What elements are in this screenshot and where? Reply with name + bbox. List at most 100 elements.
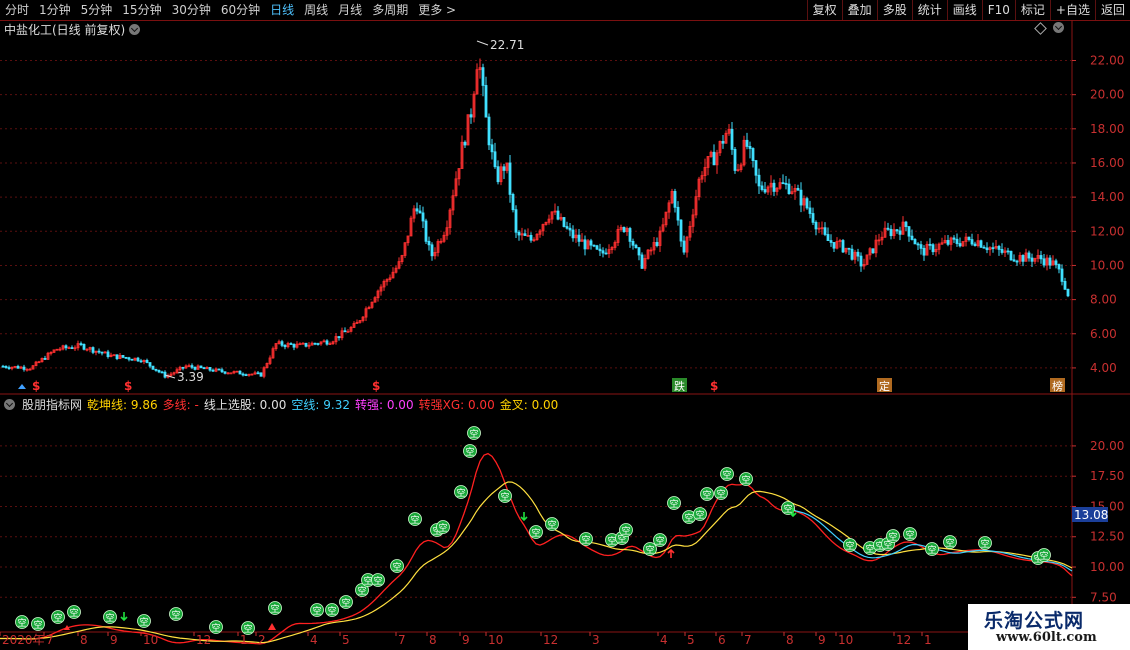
- x-tick-label: 12: [896, 633, 911, 647]
- kong-signal-glyph: 空: [393, 561, 402, 573]
- x-tick-label: 7: [398, 633, 406, 647]
- kong-signal-glyph: 空: [656, 535, 665, 547]
- kline-candle: [811, 213, 815, 223]
- x-tick-label: 9: [818, 633, 826, 647]
- x-tick-label: 7: [744, 633, 752, 647]
- kline-candle: [130, 358, 134, 361]
- kline-candle: [1015, 260, 1019, 263]
- kline-candle: [220, 369, 224, 373]
- kline-candle: [16, 365, 20, 369]
- kline-candle: [805, 198, 809, 209]
- kline-candle: [622, 226, 626, 233]
- kong-signal-glyph: 空: [696, 509, 705, 521]
- price-tick-label: 18.00: [1090, 122, 1124, 136]
- kline-candle: [244, 374, 248, 377]
- x-tick-label: 6: [718, 633, 726, 647]
- kong-signal-glyph: 空: [271, 603, 280, 615]
- x-tick-label: 9: [110, 633, 118, 647]
- up-triangle-icon: [268, 623, 276, 630]
- kline-candle: [1057, 264, 1061, 270]
- kline-candle: [577, 234, 581, 242]
- kline-candle: [421, 212, 425, 222]
- x-tick-label: 1: [924, 633, 932, 647]
- kline-candle: [907, 226, 911, 237]
- kline-candle: [841, 240, 845, 253]
- kline-candle: [136, 357, 140, 362]
- kline-candle: [751, 148, 755, 161]
- up-triangle-icon: [18, 384, 26, 389]
- kline-candle: [502, 166, 506, 171]
- kline-candle: [916, 243, 920, 246]
- kline-candle: [1042, 258, 1046, 266]
- kline-candle: [745, 139, 749, 147]
- kline-candle: [493, 151, 497, 168]
- kline-candle: [427, 240, 431, 246]
- kline-candle: [928, 243, 932, 246]
- kline-candle: [469, 114, 473, 118]
- current-value-text: 13.08: [1074, 508, 1108, 522]
- kline-candle: [982, 246, 986, 249]
- kline-candle: [631, 240, 635, 246]
- kline-candle: [871, 248, 875, 254]
- kline-candle: [343, 330, 347, 333]
- kong-signal-glyph: 空: [532, 527, 541, 539]
- kline-candle: [229, 372, 233, 375]
- kline-candle: [958, 243, 962, 247]
- kline-candle: [316, 343, 320, 345]
- kline-chart-canvas[interactable]: 22.0020.0018.0016.0014.0012.0010.008.006…: [0, 0, 1130, 650]
- kline-candle: [826, 234, 830, 241]
- kline-candle: [280, 341, 284, 346]
- kline-candle: [202, 367, 206, 370]
- x-tick-label: 3: [592, 633, 600, 647]
- kline-candle: [124, 356, 128, 359]
- kong-signal-glyph: 空: [364, 575, 373, 587]
- kline-candle: [919, 244, 923, 249]
- kong-signal-glyph: 空: [1040, 550, 1049, 562]
- kline-candle: [808, 207, 812, 214]
- kline-candle: [763, 189, 767, 193]
- kline-candle: [814, 221, 818, 230]
- watermark-title: 乐淘公式网: [984, 610, 1085, 632]
- kline-candle: [100, 351, 104, 354]
- kline-candle: [781, 182, 785, 185]
- kline-candle: [859, 255, 863, 267]
- kline-candle: [562, 217, 566, 227]
- kline-candle: [313, 342, 317, 345]
- kline-candle: [517, 231, 521, 236]
- kline-candle: [508, 162, 512, 195]
- up-arrow-icon: [667, 548, 675, 558]
- kline-candle: [847, 247, 851, 250]
- kline-candle: [904, 221, 908, 227]
- kong-signal-glyph: 空: [548, 519, 557, 531]
- kline-candle: [241, 373, 245, 376]
- kline-candle: [787, 183, 791, 195]
- kline-candle: [154, 368, 158, 371]
- kline-candle: [760, 185, 764, 190]
- x-tick-label: 12: [543, 633, 558, 647]
- kline-candle: [595, 245, 599, 250]
- kong-signal-glyph: 空: [457, 487, 466, 499]
- kline-candle: [484, 85, 488, 118]
- kong-signal-glyph: 空: [981, 538, 990, 550]
- kong-signal-glyph: 空: [646, 544, 655, 556]
- kline-candle: [997, 245, 1001, 250]
- kong-signal-glyph: 空: [106, 612, 115, 624]
- kline-candle: [208, 367, 212, 371]
- kline-candle: [712, 151, 716, 166]
- kline-candle: [325, 340, 329, 345]
- kline-candle: [22, 366, 26, 370]
- kong-signal-glyph: 空: [723, 469, 732, 481]
- kline-candle: [259, 372, 263, 377]
- x-tick-label: 4: [660, 633, 668, 647]
- kline-candle: [799, 189, 803, 206]
- kline-candle: [1006, 250, 1010, 253]
- kline-candle: [217, 368, 221, 371]
- kline-candle: [91, 347, 95, 353]
- kong-signal-glyph: 空: [374, 575, 383, 587]
- kline-candle: [70, 347, 74, 350]
- kong-signal-glyph: 空: [313, 605, 322, 617]
- kline-candle: [529, 234, 533, 241]
- price-tick-label: 8.00: [1090, 293, 1117, 307]
- kline-candle: [289, 343, 293, 345]
- kline-candle: [211, 369, 215, 372]
